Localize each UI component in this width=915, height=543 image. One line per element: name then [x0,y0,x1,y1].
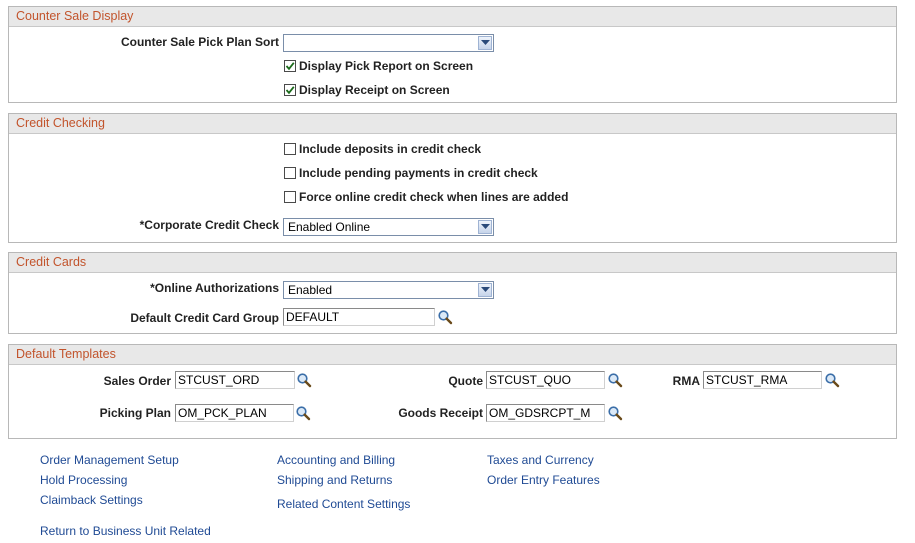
corporate-credit-check-select[interactable]: Enabled Online [283,218,494,236]
display-receipt-row: Display Receipt on Screen [284,82,450,98]
pick-plan-sort-label: Counter Sale Pick Plan Sort [120,35,279,49]
section-header: Counter Sale Display [9,7,896,27]
include-pending-row: Include pending payments in credit check [284,165,538,181]
online-authorizations-select[interactable]: Enabled [283,281,494,299]
quote-label: Quote [448,374,483,388]
search-icon[interactable] [824,372,840,388]
goods-receipt-label: Goods Receipt [398,406,483,420]
link-order-management-setup[interactable]: Order Management Setup [40,453,179,467]
force-online-checkbox[interactable] [284,190,296,203]
online-authorizations-value: Enabled [288,283,333,297]
link-taxes-and-currency[interactable]: Taxes and Currency [487,453,594,467]
chevron-down-icon[interactable] [478,283,492,297]
pick-plan-sort-select[interactable] [283,34,494,52]
search-icon[interactable] [295,405,311,421]
display-pick-report-checkbox[interactable] [284,59,296,72]
search-icon[interactable] [296,372,312,388]
sales-order-label: Sales Order [103,374,171,388]
include-pending-checkbox[interactable] [284,166,296,179]
link-return-to-business-unit[interactable]: Return to Business Unit Related [40,524,211,538]
rma-label: RMA [672,374,700,388]
default-templates-section: Default Templates [8,344,897,439]
search-icon[interactable] [607,372,623,388]
include-deposits-checkbox[interactable] [284,142,296,155]
link-shipping-and-returns[interactable]: Shipping and Returns [277,473,392,487]
corporate-credit-check-value: Enabled Online [288,220,371,234]
section-header: Default Templates [9,345,896,365]
force-online-row: Force online credit check when lines are… [284,189,568,205]
quote-input[interactable]: STCUST_QUO [486,371,605,389]
link-related-content-settings[interactable]: Related Content Settings [277,497,410,511]
link-accounting-and-billing[interactable]: Accounting and Billing [277,453,395,467]
search-icon[interactable] [437,309,453,325]
picking-plan-input[interactable]: OM_PCK_PLAN [175,404,294,422]
default-credit-card-group-input[interactable]: DEFAULT [283,308,435,326]
display-pick-report-row: Display Pick Report on Screen [284,58,473,74]
link-order-entry-features[interactable]: Order Entry Features [487,473,600,487]
link-claimback-settings[interactable]: Claimback Settings [40,493,143,507]
display-receipt-checkbox[interactable] [284,83,296,96]
include-pending-label: Include pending payments in credit check [299,166,538,180]
goods-receipt-input[interactable]: OM_GDSRCPT_M [486,404,605,422]
force-online-label: Force online credit check when lines are… [299,190,569,204]
rma-input[interactable]: STCUST_RMA [703,371,822,389]
section-header: Credit Checking [9,114,896,134]
online-authorizations-label: *Online Authorizations [150,281,279,295]
chevron-down-icon[interactable] [478,36,492,50]
counter-sale-display-section: Counter Sale Display [8,6,897,103]
include-deposits-label: Include deposits in credit check [299,142,482,156]
section-header: Credit Cards [9,253,896,273]
search-icon[interactable] [607,405,623,421]
link-hold-processing[interactable]: Hold Processing [40,473,127,487]
picking-plan-label: Picking Plan [99,406,171,420]
sales-order-input[interactable]: STCUST_ORD [175,371,295,389]
display-receipt-label: Display Receipt on Screen [299,83,450,97]
chevron-down-icon[interactable] [478,220,492,234]
include-deposits-row: Include deposits in credit check [284,141,481,157]
corporate-credit-check-label: *Corporate Credit Check [139,218,279,232]
default-credit-card-group-label: Default Credit Card Group [130,311,279,325]
display-pick-report-label: Display Pick Report on Screen [299,59,474,73]
